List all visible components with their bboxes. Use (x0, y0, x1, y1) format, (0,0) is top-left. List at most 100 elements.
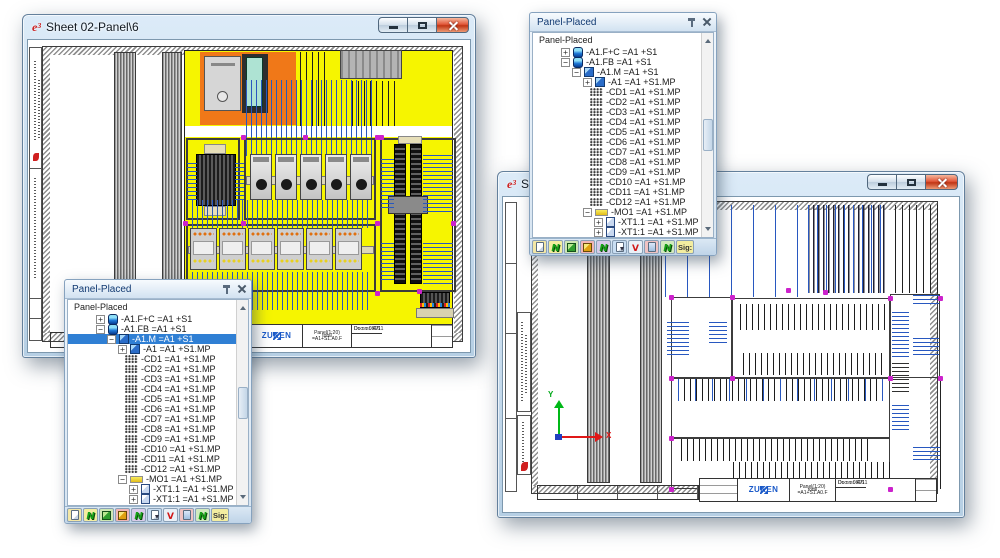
maximize-button[interactable] (407, 17, 436, 33)
expand-toggle-icon[interactable]: + (561, 48, 570, 57)
palette-tab[interactable] (115, 508, 130, 522)
tree-item[interactable]: − -A1.FB =A1 +S1 (68, 324, 236, 334)
contactor (248, 228, 275, 270)
palette-tab[interactable]: Sig: (676, 240, 694, 254)
tree-item[interactable]: -CD9 =A1 +S1.MP (68, 434, 236, 444)
tree-item[interactable]: -CD12 =A1 +S1.MP (533, 197, 701, 207)
scroll-thumb[interactable] (238, 387, 248, 419)
tree-item[interactable]: -CD9 =A1 +S1.MP (533, 167, 701, 177)
minimize-button[interactable] (378, 17, 407, 33)
palette-tab[interactable]: Sig: (211, 508, 229, 522)
close-icon[interactable] (237, 284, 247, 294)
tree-item[interactable]: -CD6 =A1 +S1.MP (533, 137, 701, 147)
expand-toggle-icon[interactable]: + (583, 78, 592, 87)
palette-tab[interactable] (580, 240, 595, 254)
tree-item[interactable]: -CD1 =A1 +S1.MP (68, 354, 236, 364)
tree-item[interactable]: -CD3 =A1 +S1.MP (533, 107, 701, 117)
tree-item-label: -CD7 =A1 +S1.MP (606, 147, 681, 157)
palette-tab[interactable] (532, 240, 547, 254)
tree-root[interactable]: Panel-Placed (68, 300, 236, 315)
palette-tab[interactable] (548, 240, 563, 254)
tree-item[interactable]: -CD12 =A1 +S1.MP (68, 464, 236, 474)
tree-item[interactable]: -CD1 =A1 +S1.MP (533, 87, 701, 97)
tree-item[interactable]: -CD5 =A1 +S1.MP (68, 394, 236, 404)
tree-item[interactable]: -CD2 =A1 +S1.MP (533, 97, 701, 107)
tree-root[interactable]: Panel-Placed (533, 33, 701, 48)
titleblock-cells (537, 485, 699, 500)
tree-item[interactable]: − -A1.FB =A1 +S1 (533, 57, 701, 67)
pin-icon[interactable] (687, 18, 696, 27)
tree-item[interactable]: -CD10 =A1 +S1.MP (533, 177, 701, 187)
palette-tab[interactable] (163, 508, 178, 522)
titlebar-sheet1[interactable]: e³ Sheet 02-Panel\6 (23, 15, 475, 39)
close-button[interactable] (925, 174, 958, 190)
palette-tab[interactable] (628, 240, 643, 254)
tree-item[interactable]: -CD7 =A1 +S1.MP (533, 147, 701, 157)
tree-item[interactable]: -CD11 =A1 +S1.MP (533, 187, 701, 197)
tree-item[interactable]: -CD7 =A1 +S1.MP (68, 414, 236, 424)
expand-toggle-icon[interactable]: − (107, 335, 116, 344)
tree-item[interactable]: -CD10 =A1 +S1.MP (68, 444, 236, 454)
close-icon[interactable] (702, 17, 712, 27)
tree-item[interactable]: + -XT1.1 =A1 +S1.MP (68, 484, 236, 494)
scroll-thumb[interactable] (703, 119, 713, 151)
expand-toggle-icon[interactable]: − (561, 58, 570, 67)
tree-item[interactable]: − -MO1 =A1 +S1.MP (68, 474, 236, 484)
expand-toggle-icon[interactable]: − (96, 325, 105, 334)
tree-item[interactable]: + -A1.F+C =A1 +S1 (533, 47, 701, 57)
palette-tab[interactable] (67, 508, 82, 522)
expand-toggle-icon[interactable]: − (572, 68, 581, 77)
expand-toggle-icon[interactable]: − (118, 475, 127, 484)
tree-item[interactable]: + -A1 =A1 +S1.MP (68, 344, 236, 354)
tree-item[interactable]: + -A1.F+C =A1 +S1 (68, 314, 236, 324)
expand-toggle-icon[interactable]: + (594, 218, 603, 227)
tree-item[interactable]: + -XT1:1 =A1 +S1.MP (533, 227, 701, 237)
tree-item[interactable]: -CD4 =A1 +S1.MP (68, 384, 236, 394)
tree-item[interactable]: + -A1 =A1 +S1.MP (533, 77, 701, 87)
tree-item[interactable]: -CD8 =A1 +S1.MP (68, 424, 236, 434)
tree-item[interactable]: -CD5 =A1 +S1.MP (533, 127, 701, 137)
palette-tab[interactable] (99, 508, 114, 522)
maximize-button[interactable] (896, 174, 925, 190)
palette-tab[interactable] (83, 508, 98, 522)
tree-item[interactable]: -CD8 =A1 +S1.MP (533, 157, 701, 167)
tree-item[interactable]: -CD11 =A1 +S1.MP (68, 454, 236, 464)
scroll-down-icon[interactable] (705, 227, 711, 234)
tree-item[interactable]: + -XT1:1 =A1 +S1.MP (68, 494, 236, 504)
scrollbar[interactable] (236, 300, 248, 505)
expand-toggle-icon[interactable]: + (594, 228, 603, 237)
minimize-button[interactable] (867, 174, 896, 190)
expand-toggle-icon[interactable]: + (129, 485, 138, 494)
palette-tab[interactable] (147, 508, 162, 522)
tree-item[interactable]: − -A1.M =A1 +S1 (533, 67, 701, 77)
scrollbar[interactable] (701, 33, 713, 237)
scroll-up-icon[interactable] (240, 303, 246, 310)
palette-titlebar[interactable]: Panel-Placed (530, 13, 716, 32)
palette-tab[interactable] (131, 508, 146, 522)
palette-tab[interactable] (660, 240, 675, 254)
palette-tab[interactable] (195, 508, 210, 522)
x-axis-arrow (559, 436, 595, 438)
close-button[interactable] (436, 17, 469, 33)
expand-toggle-icon[interactable]: + (96, 315, 105, 324)
scroll-up-icon[interactable] (705, 36, 711, 43)
tree-item[interactable]: -CD3 =A1 +S1.MP (68, 374, 236, 384)
terminal-tab (204, 144, 226, 154)
palette-tab[interactable] (564, 240, 579, 254)
tree-item[interactable]: -CD4 =A1 +S1.MP (533, 117, 701, 127)
expand-toggle-icon[interactable]: + (118, 345, 127, 354)
scroll-down-icon[interactable] (240, 495, 246, 502)
palette-tab[interactable] (612, 240, 627, 254)
palette-titlebar[interactable]: Panel-Placed (65, 280, 251, 299)
tree-item[interactable]: -CD2 =A1 +S1.MP (68, 364, 236, 374)
tree-item[interactable]: − -MO1 =A1 +S1.MP (533, 207, 701, 217)
tree-item[interactable]: + -XT1.1 =A1 +S1.MP (533, 217, 701, 227)
expand-toggle-icon[interactable]: − (583, 208, 592, 217)
expand-toggle-icon[interactable]: + (129, 495, 138, 504)
palette-tab[interactable] (596, 240, 611, 254)
palette-tab[interactable] (644, 240, 659, 254)
tree-item[interactable]: -CD6 =A1 +S1.MP (68, 404, 236, 414)
palette-tab[interactable] (179, 508, 194, 522)
tree-item[interactable]: − -A1.M =A1 +S1 (68, 334, 236, 344)
pin-icon[interactable] (222, 285, 231, 294)
